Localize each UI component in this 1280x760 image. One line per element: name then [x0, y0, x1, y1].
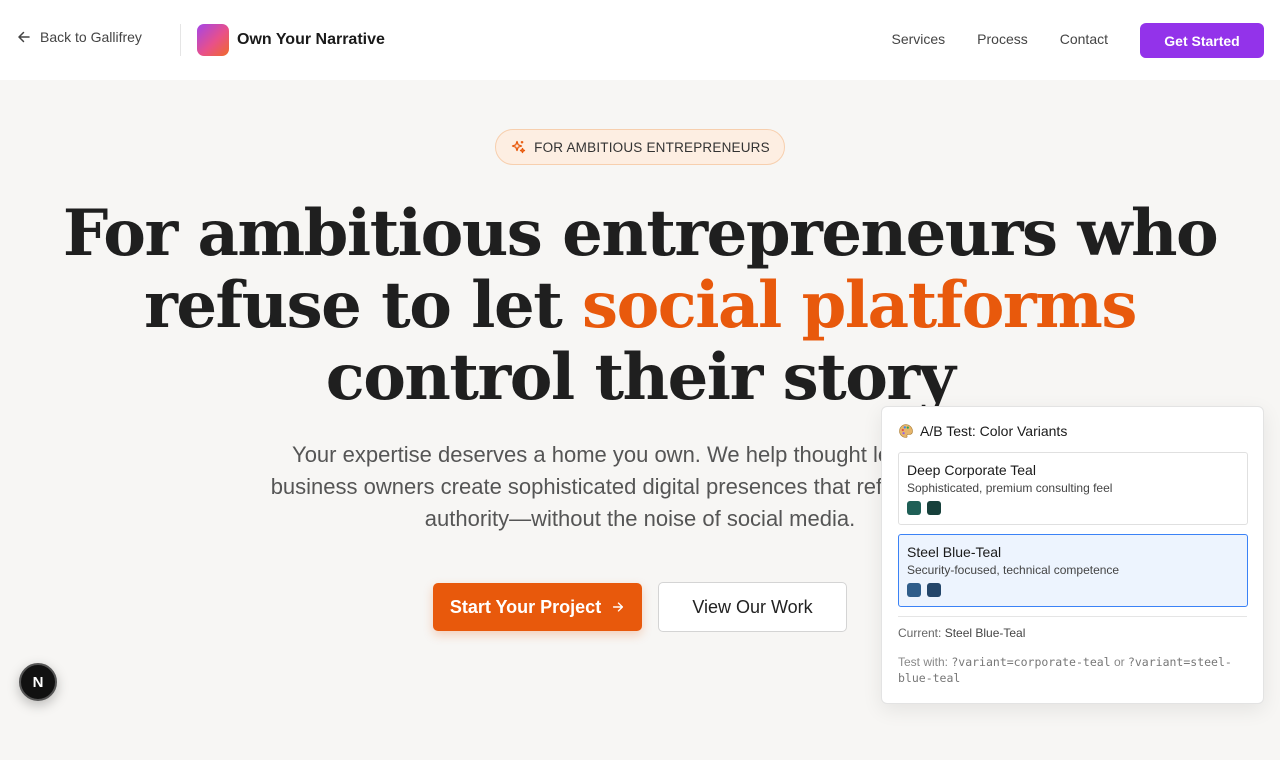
- color-swatch: [927, 583, 941, 597]
- back-link-label: Back to Gallifrey: [40, 29, 142, 45]
- headline-line-3: control their story: [325, 340, 956, 415]
- headline-line-2: refuse to let: [144, 268, 583, 343]
- headline-line-1: For ambitious entrepreneurs who: [62, 196, 1219, 271]
- variant-name: Deep Corporate Teal: [907, 462, 1036, 478]
- dev-tools-button[interactable]: N: [19, 663, 57, 701]
- view-work-button[interactable]: View Our Work: [658, 582, 847, 632]
- test-with-label: Test with:: [898, 655, 952, 669]
- brand[interactable]: Own Your Narrative: [197, 24, 385, 56]
- variant-option-corporate-teal[interactable]: Deep Corporate Teal Sophisticated, premi…: [898, 452, 1248, 525]
- main-nav: Services Process Contact: [891, 31, 1108, 47]
- nav-process[interactable]: Process: [977, 31, 1028, 47]
- variant-swatches: [907, 501, 1239, 515]
- arrow-left-icon: [18, 31, 30, 43]
- arrow-right-icon: [613, 602, 624, 612]
- back-link[interactable]: Back to Gallifrey: [16, 29, 142, 45]
- start-project-button[interactable]: Start Your Project: [433, 583, 642, 631]
- site-header: Back to Gallifrey Own Your Narrative Ser…: [0, 0, 1280, 80]
- test-param-corporate-teal: ?variant=corporate-teal: [951, 655, 1111, 669]
- variant-name: Steel Blue-Teal: [907, 544, 1002, 560]
- start-project-label: Start Your Project: [449, 596, 602, 617]
- ab-divider: [898, 616, 1247, 617]
- headline-accent: social platforms: [582, 268, 1137, 343]
- current-value: Steel Blue-Teal: [944, 626, 1026, 640]
- variant-swatches: [907, 583, 1239, 597]
- color-swatch: [927, 501, 941, 515]
- hero-badge-text: FOR AMBITIOUS ENTREPRENEURS: [534, 139, 770, 155]
- variant-option-steel-blue-teal[interactable]: Steel Blue-Teal Security-focused, techni…: [898, 534, 1248, 607]
- test-instructions: Test with: ?variant=corporate-teal or ?v…: [898, 654, 1247, 686]
- current-label: Current:: [898, 626, 945, 640]
- color-swatch: [907, 501, 921, 515]
- ab-test-panel: A/B Test: Color Variants Deep Corporate …: [881, 406, 1264, 704]
- current-variant-text: Current: Steel Blue-Teal: [898, 626, 1247, 640]
- sparkles-icon: [512, 140, 526, 154]
- color-swatch: [907, 583, 921, 597]
- nav-services[interactable]: Services: [891, 31, 945, 47]
- header-divider: [180, 24, 181, 56]
- get-started-button[interactable]: Get Started: [1140, 23, 1264, 58]
- nav-contact[interactable]: Contact: [1060, 31, 1108, 47]
- ab-title-text: A/B Test: Color Variants: [920, 423, 1068, 439]
- palette-icon: [899, 424, 913, 438]
- ab-panel-title: A/B Test: Color Variants: [898, 423, 1247, 439]
- variant-description: Sophisticated, premium consulting feel: [907, 481, 1113, 495]
- hero-badge: FOR AMBITIOUS ENTREPRENEURS: [495, 129, 785, 165]
- brand-logo: [197, 24, 229, 56]
- hero-headline: For ambitious entrepreneurs who refuse t…: [0, 198, 1280, 414]
- variant-description: Security-focused, technical competence: [907, 563, 1120, 577]
- brand-name: Own Your Narrative: [237, 31, 385, 48]
- test-or: or: [1110, 655, 1128, 669]
